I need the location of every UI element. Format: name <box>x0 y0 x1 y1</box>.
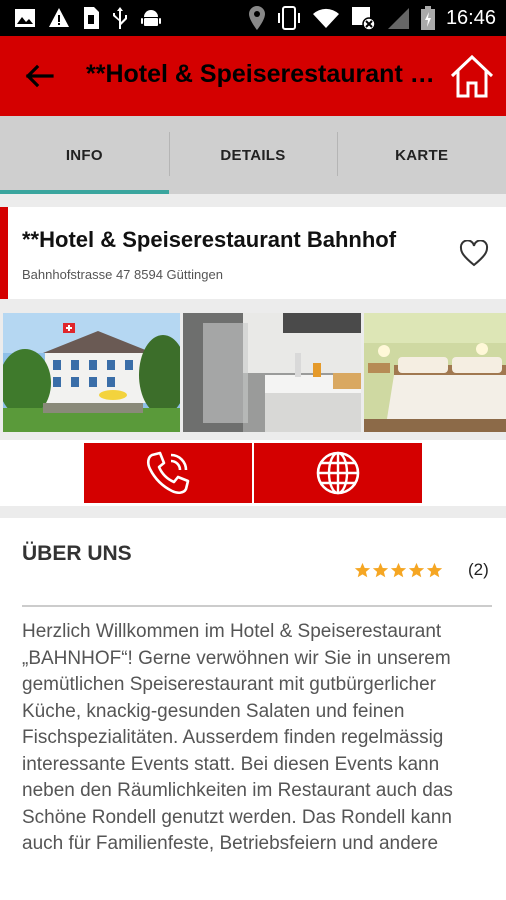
call-button[interactable] <box>84 443 252 503</box>
photo-gallery <box>0 313 506 432</box>
home-icon <box>450 54 494 98</box>
about-section: ÜBER UNS (2) Herzlich Willkommen im Hote… <box>0 518 506 900</box>
about-text: Herzlich Willkommen im Hotel & Speiseres… <box>22 621 453 854</box>
signal-icon <box>386 6 410 30</box>
home-button[interactable] <box>448 52 496 100</box>
rating-stars <box>354 562 443 579</box>
tab-karte[interactable]: KARTE <box>337 116 506 194</box>
heart-outline-icon <box>459 239 489 267</box>
favorite-button[interactable] <box>459 239 489 273</box>
vibrate-icon <box>276 5 302 31</box>
clock: 16:46 <box>445 6 496 29</box>
status-bar: 16:46 <box>0 0 506 36</box>
bedroom-photo[interactable] <box>364 313 506 432</box>
website-button[interactable] <box>254 443 422 503</box>
hotel-exterior-photo[interactable] <box>3 313 180 432</box>
bathroom-photo[interactable] <box>183 313 361 432</box>
hotel-name: **Hotel & Speiserestaurant Bahnhof <box>22 227 397 252</box>
about-title: ÜBER UNS <box>22 542 132 565</box>
star-icon <box>390 562 407 578</box>
globe-icon <box>316 451 360 495</box>
tab-info[interactable]: INFO <box>0 116 169 194</box>
divider <box>22 605 492 607</box>
app-bar: **Hotel & Speiserestaurant Bahnhof <box>0 36 506 116</box>
wifi-icon <box>312 7 340 29</box>
sms-icon <box>350 5 376 31</box>
usb-icon <box>112 6 128 30</box>
accent-bar <box>0 207 8 299</box>
app-title: **Hotel & Speiserestaurant Bahnhof <box>86 60 436 88</box>
battery-icon <box>420 5 436 31</box>
hotel-header-card: **Hotel & Speiserestaurant Bahnhof Bahnh… <box>0 207 506 299</box>
star-icon <box>408 562 425 578</box>
star-icon <box>354 562 371 578</box>
sim-icon <box>82 6 100 30</box>
phone-icon <box>146 451 190 495</box>
warning-icon <box>48 7 70 29</box>
star-icon <box>426 562 443 578</box>
location-icon <box>248 5 266 31</box>
rating-count[interactable]: (2) <box>468 560 489 580</box>
tab-bar: INFO DETAILS KARTE <box>0 116 506 194</box>
action-buttons <box>0 440 506 506</box>
android-icon <box>140 7 162 29</box>
image-icon <box>14 7 36 29</box>
arrow-back-icon <box>25 64 54 88</box>
tab-details[interactable]: DETAILS <box>168 116 338 194</box>
star-icon <box>372 562 389 578</box>
hotel-address: Bahnhofstrasse 47 8594 Güttingen <box>22 267 223 282</box>
back-button[interactable] <box>22 58 58 94</box>
